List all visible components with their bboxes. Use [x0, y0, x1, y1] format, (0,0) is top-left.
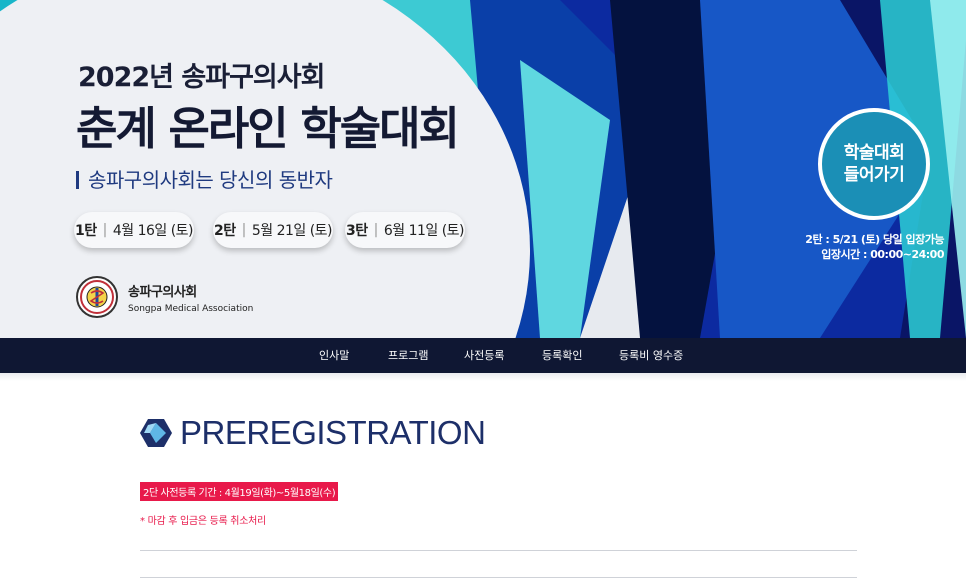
entry-date-line: 2탄 : 5/21 (토) 당일 입장가능	[805, 233, 944, 246]
session-date: 6월 11일 (토)	[383, 223, 465, 239]
session-date: 5월 21일 (토)	[251, 223, 333, 239]
section-header: PREREGISTRATION	[140, 414, 486, 452]
nav-item-greeting[interactable]: 인사말	[319, 338, 349, 373]
tagline-bar	[76, 171, 79, 189]
nav-item-fee-receipt[interactable]: 등록비 영수증	[619, 338, 683, 373]
nav-shadow	[0, 373, 966, 381]
entry-time-line: 입장시간 : 00:00~24:00	[821, 248, 944, 261]
cancellation-note: * 마감 후 입금은 등록 취소처리	[140, 516, 266, 527]
session-separator: |	[373, 222, 379, 238]
session-separator: |	[102, 222, 108, 238]
session-separator: |	[241, 222, 247, 238]
hero-banner: 2022년 송파구의사회 춘계 온라인 학술대회 송파구의사회는 당신의 동반자…	[0, 0, 966, 338]
event-tagline: 송파구의사회는 당신의 동반자	[76, 164, 333, 193]
event-title: 춘계 온라인 학술대회	[76, 102, 460, 155]
event-subtitle: 2022년 송파구의사회	[78, 62, 325, 93]
session-pill-1: 1탄 | 4월 16일 (토)	[74, 212, 194, 248]
session-number: 3탄	[345, 223, 368, 239]
preregistration-period-notice: 2단 사전등록 기간 : 4월19일(화)~5월18일(수)	[140, 482, 339, 501]
section-title: PREREGISTRATION	[180, 414, 486, 451]
enter-button-line-1: 학술대회	[843, 143, 905, 163]
association-seal-icon	[76, 276, 118, 318]
divider	[140, 550, 857, 551]
session-number: 1탄	[74, 223, 97, 239]
nav-item-preregistration[interactable]: 사전등록	[464, 338, 504, 373]
main-nav: 인사말 프로그램 사전등록 등록확인 등록비 영수증	[0, 338, 966, 373]
session-pill-2: 2탄 | 5월 21일 (토)	[213, 212, 333, 248]
nav-item-registration-check[interactable]: 등록확인	[542, 338, 582, 373]
tagline-text: 송파구의사회는 당신의 동반자	[88, 168, 333, 192]
org-name-english: Songpa Medical Association	[128, 303, 254, 314]
session-date: 4월 16일 (토)	[112, 223, 194, 239]
enter-button-line-2: 들어가기	[843, 165, 905, 185]
organization-brand: 송파구의사회 Songpa Medical Association	[76, 276, 253, 318]
hexagon-icon	[140, 419, 172, 447]
entry-info: 2탄 : 5/21 (토) 당일 입장가능 입장시간 : 00:00~24:00	[805, 232, 944, 262]
session-number: 2탄	[213, 223, 236, 239]
divider	[140, 577, 857, 578]
nav-item-program[interactable]: 프로그램	[388, 338, 428, 373]
enter-conference-button[interactable]: 학술대회 들어가기	[818, 108, 930, 220]
org-name: 송파구의사회	[128, 284, 197, 300]
session-pill-3: 3탄 | 6월 11일 (토)	[345, 212, 465, 248]
